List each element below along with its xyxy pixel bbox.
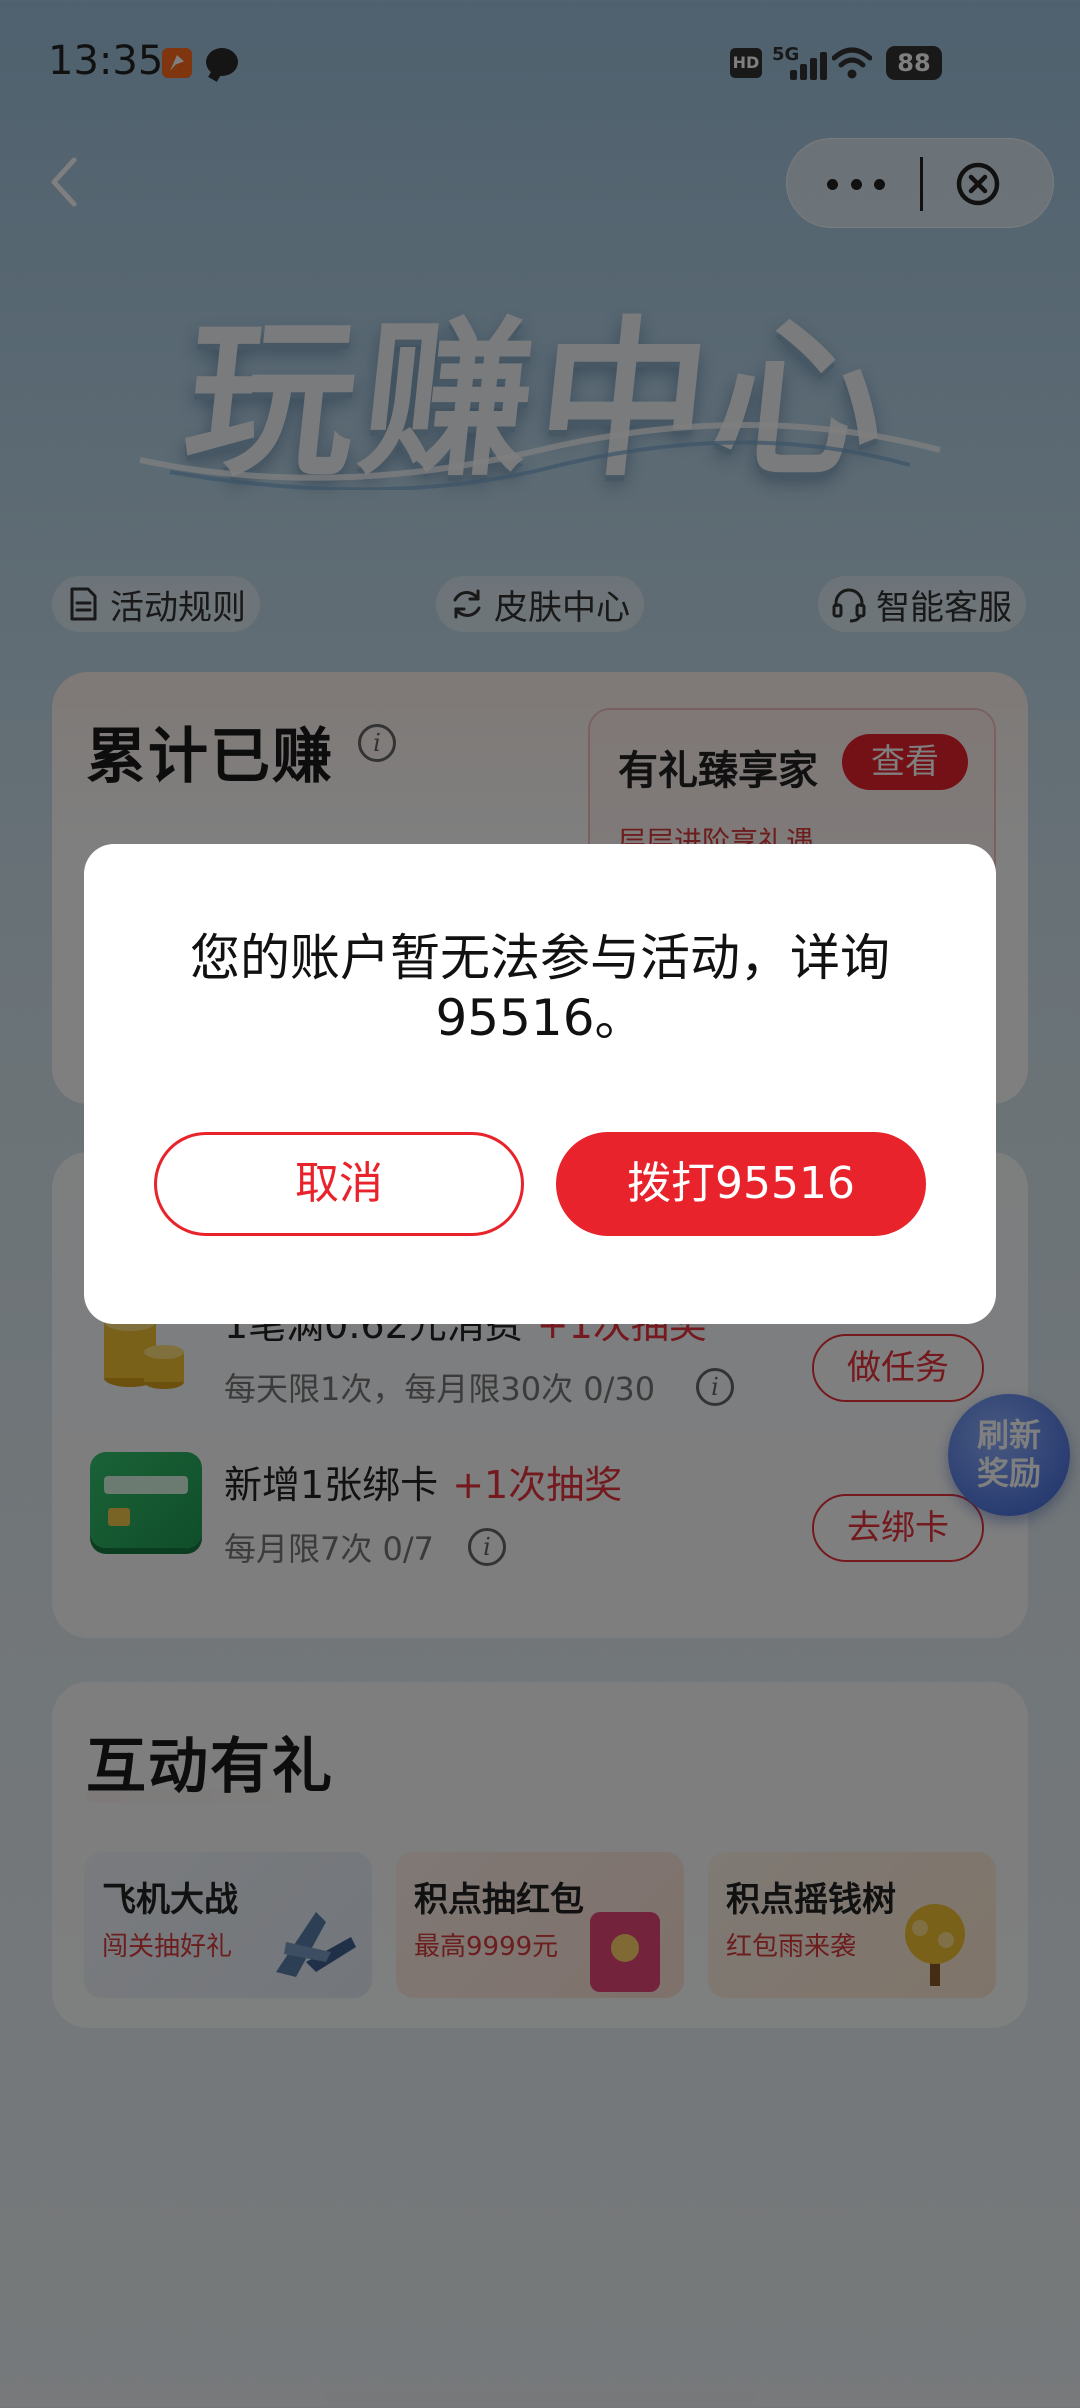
alert-dialog: 您的账户暂无法参与活动，详询95516。 取消 拨打95516: [84, 844, 996, 1324]
call-hotline-button[interactable]: 拨打95516: [556, 1132, 926, 1236]
home-indicator[interactable]: [324, 2392, 756, 2402]
cancel-button[interactable]: 取消: [154, 1132, 524, 1236]
dialog-message: 您的账户暂无法参与活动，详询95516。: [190, 929, 890, 1047]
